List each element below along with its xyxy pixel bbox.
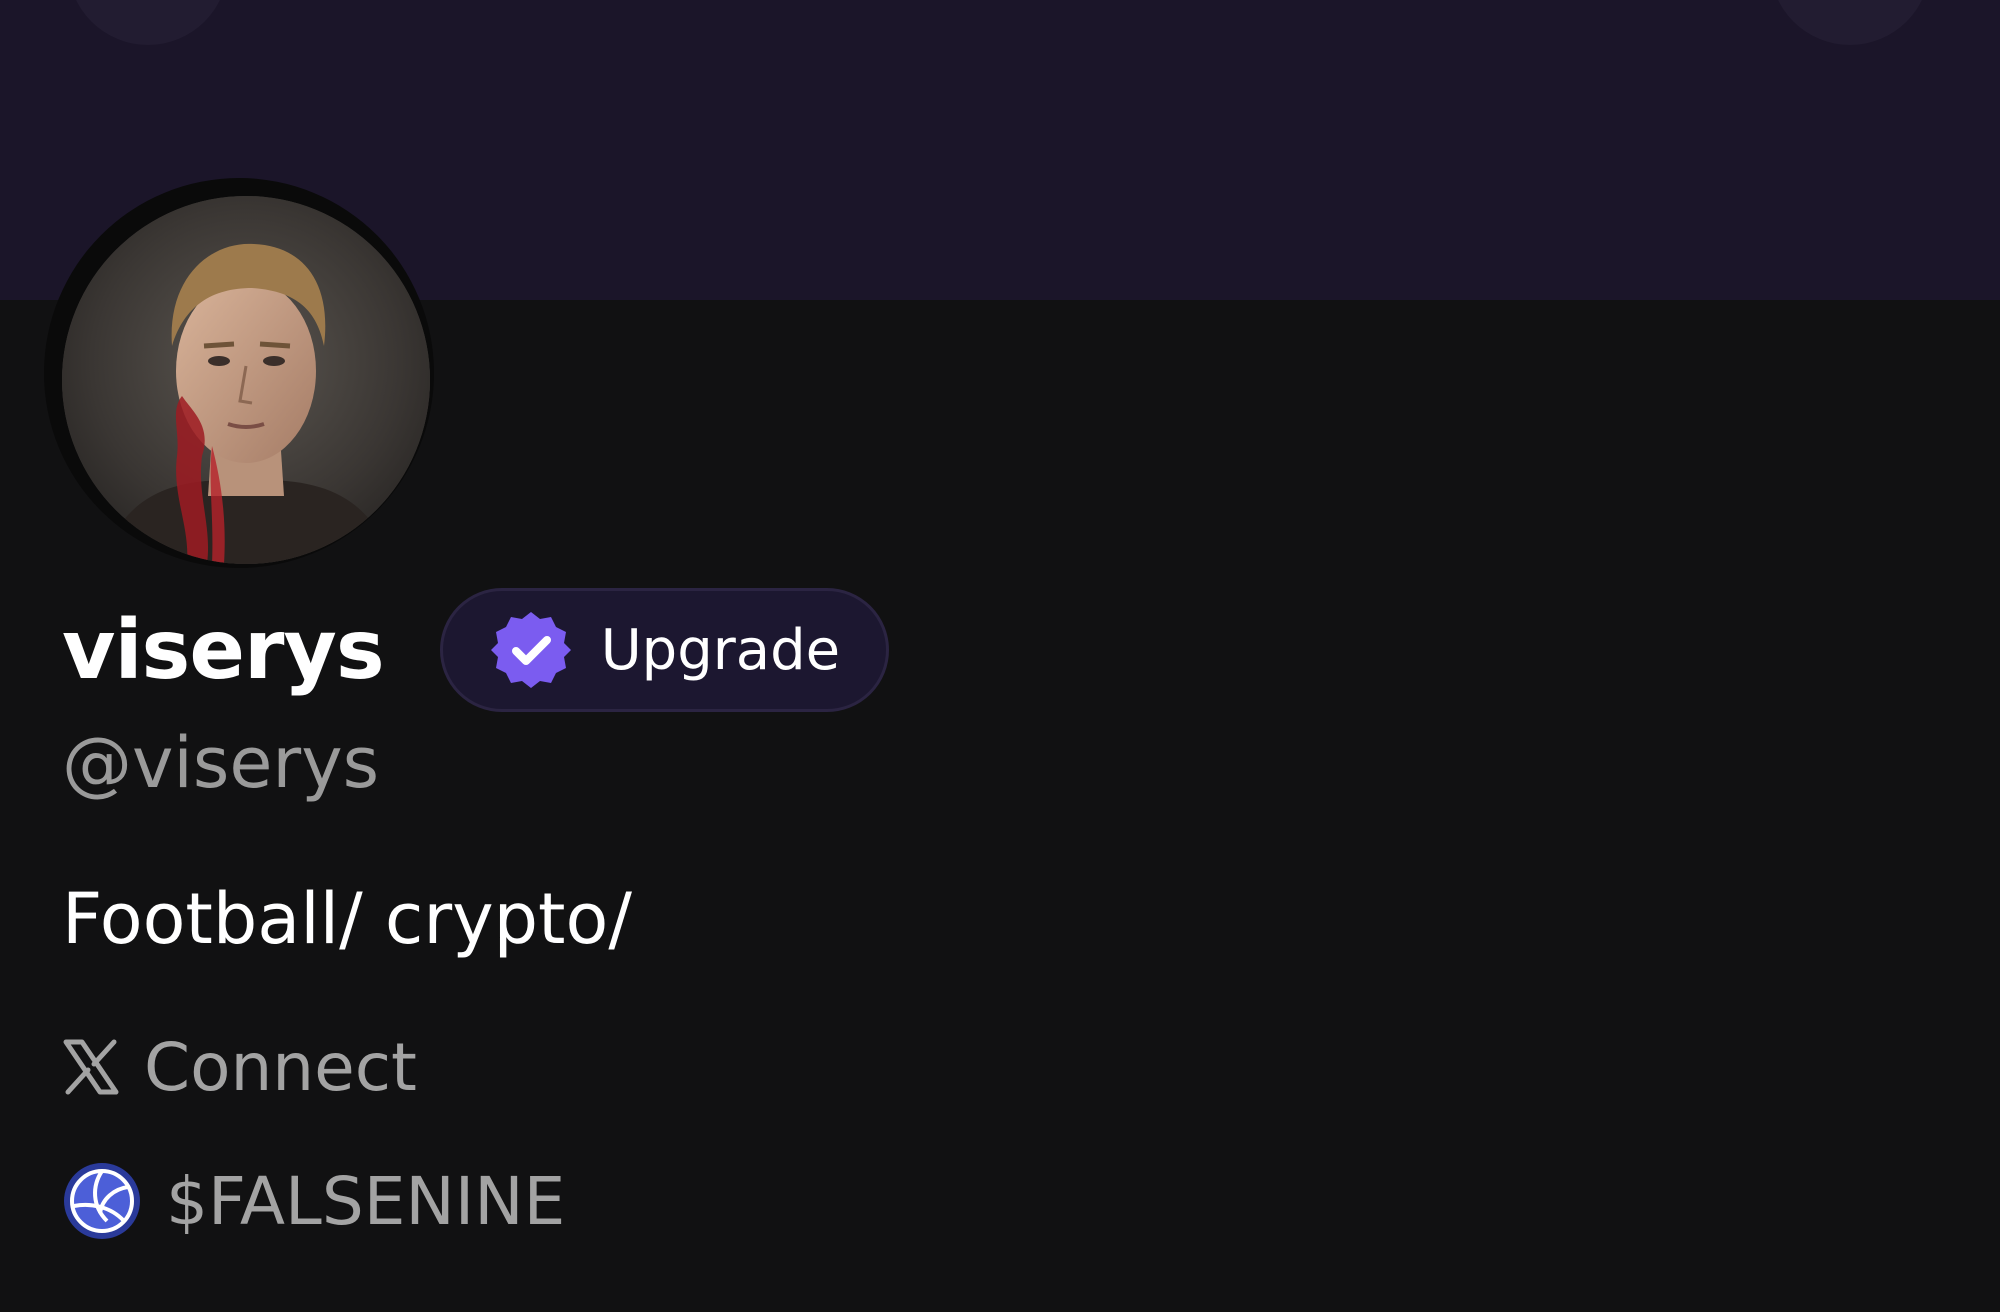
upgrade-label: Upgrade <box>600 617 841 683</box>
connect-label: Connect <box>144 1028 417 1106</box>
user-handle: @viserys <box>62 722 380 804</box>
avatar[interactable] <box>62 196 430 564</box>
name-row: viserys Upgrade <box>62 588 890 712</box>
back-button[interactable] <box>68 0 228 45</box>
token-link[interactable]: $FALSENINE <box>62 1156 565 1246</box>
profile-page: viserys Upgrade @viserys Football/ crypt… <box>0 0 2000 1312</box>
upgrade-button[interactable]: Upgrade <box>439 588 890 712</box>
profile-bio: Football/ crypto/ <box>62 878 632 960</box>
x-logo-icon <box>63 1039 119 1095</box>
token-label: $FALSENINE <box>166 1162 566 1240</box>
more-options-button[interactable] <box>1770 0 1930 45</box>
volleyball-icon <box>64 1163 140 1239</box>
profile-photo <box>62 196 430 564</box>
x-connect-link[interactable]: Connect <box>62 1022 417 1112</box>
verified-badge-icon <box>490 612 571 688</box>
display-name: viserys <box>62 602 385 698</box>
